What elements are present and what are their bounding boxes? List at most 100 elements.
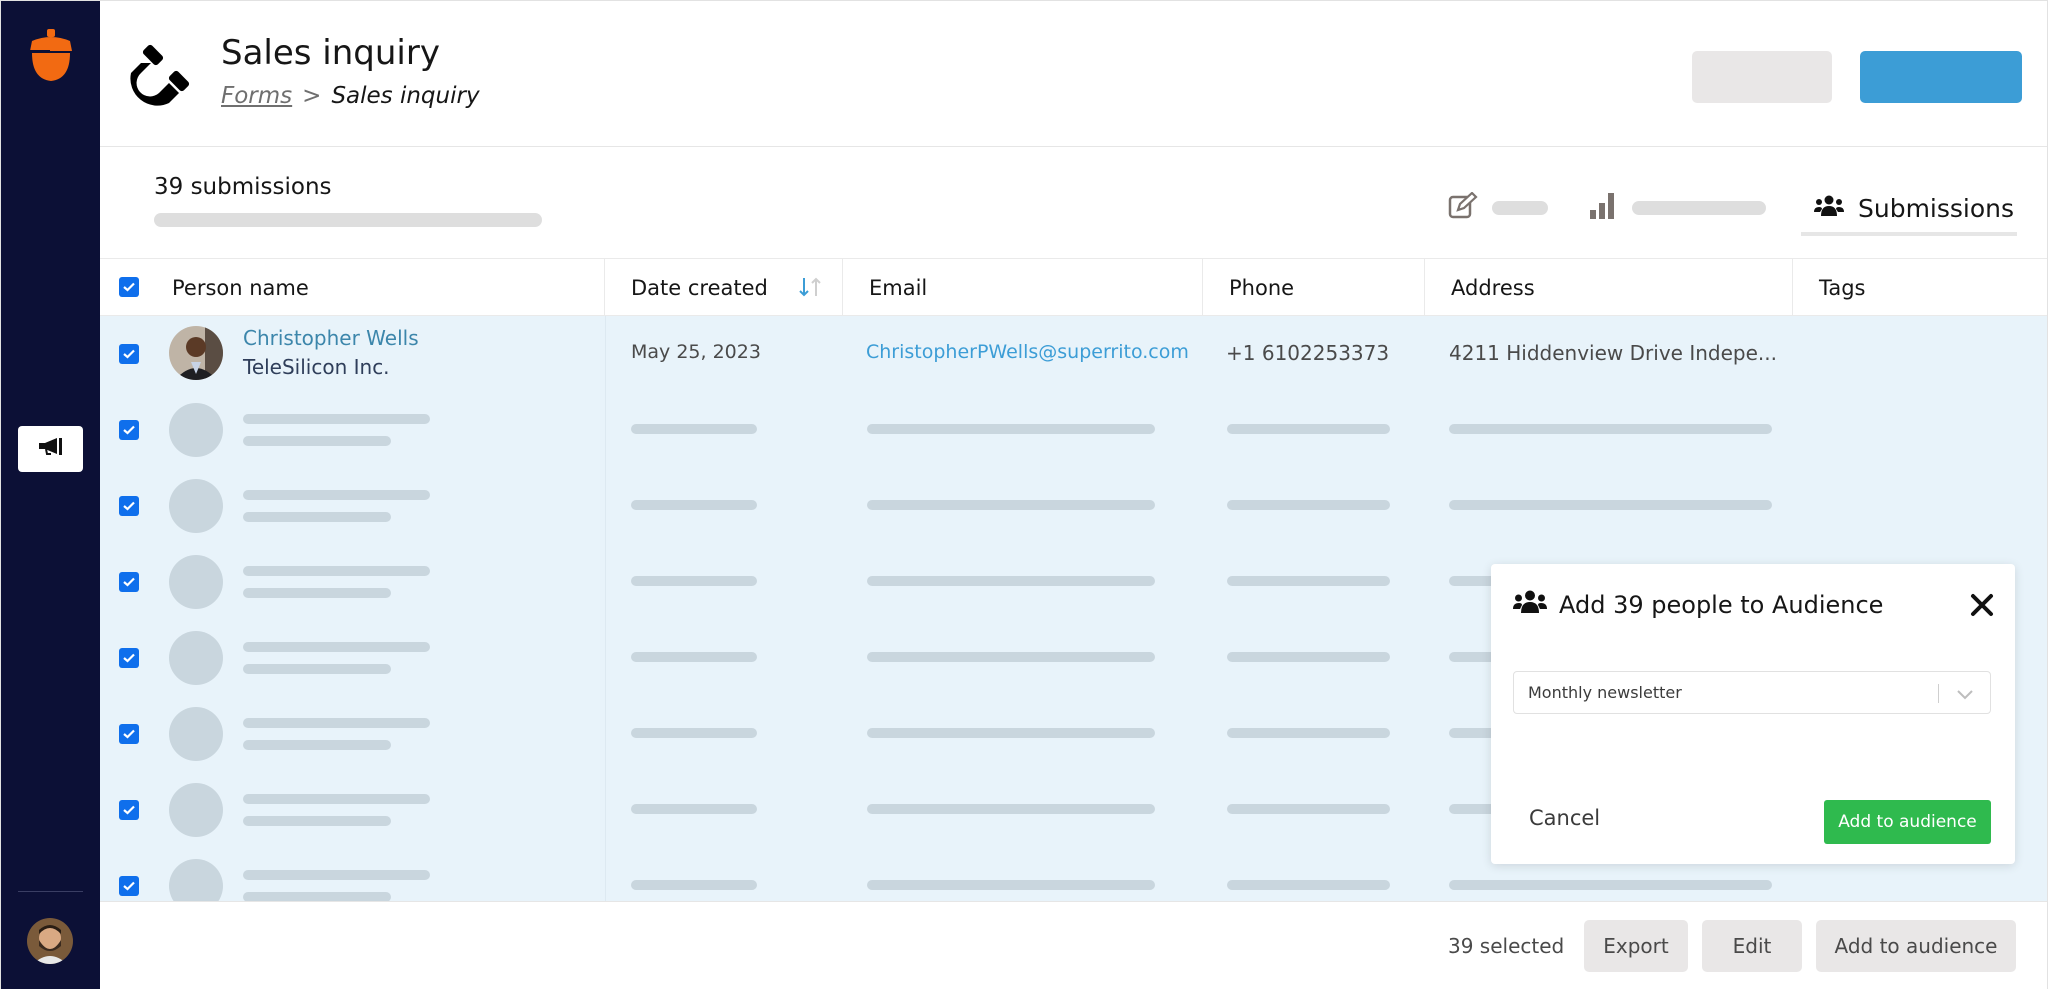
breadcrumb-separator: > [302,83,322,109]
edit-icon [1448,191,1478,224]
avatar-placeholder [169,783,223,837]
user-avatar[interactable] [27,918,73,964]
phone-placeholder [1227,500,1390,510]
email-placeholder [867,880,1155,890]
column-header-person-name[interactable]: Person name [100,259,605,316]
bar-chart-icon [1590,192,1618,224]
chevron-down-icon[interactable] [1956,685,1974,703]
submissions-summary: 39 submissions Submissions [100,148,2047,258]
email-placeholder [867,424,1155,434]
date-created: May 25, 2023 [631,341,761,363]
date-placeholder [631,576,757,586]
add-to-audience-button[interactable]: Add to audience [1816,920,2016,972]
sort-descending-icon[interactable] [798,277,822,302]
submission-count: 39 submissions [154,174,332,200]
row-checkbox[interactable] [119,572,139,592]
name-placeholder [243,642,430,652]
audience-select[interactable]: Monthly newsletter [1513,671,1991,714]
page-title: Sales inquiry [221,33,440,73]
company-placeholder [243,892,391,901]
header-primary-button[interactable] [1860,51,2022,103]
column-label: Person name [172,275,309,300]
address-placeholder [1449,500,1772,510]
column-label: Address [1451,275,1535,300]
tab-submissions[interactable]: Submissions [1814,188,2014,228]
active-tab-indicator [1801,232,2017,236]
person-avatar [169,326,223,380]
name-placeholder [243,566,430,576]
date-placeholder [631,424,757,434]
tab-edit[interactable] [1448,188,1548,228]
column-header-phone[interactable]: Phone [1203,259,1425,316]
email-placeholder [867,652,1155,662]
magnet-icon [127,41,193,107]
bulk-action-bar: 39 selected Export Edit Add to audience [100,901,2047,989]
breadcrumb: Forms > Sales inquiry [221,83,480,109]
email-placeholder [867,804,1155,814]
row-checkbox[interactable] [119,876,139,896]
company-placeholder [243,664,391,674]
confirm-add-to-audience-button[interactable]: Add to audience [1824,800,1991,844]
name-placeholder [243,718,430,728]
column-label: Email [869,275,928,300]
phone-placeholder [1227,576,1390,586]
row-checkbox[interactable] [119,420,139,440]
header-secondary-button[interactable] [1692,51,1832,103]
phone-placeholder [1227,424,1390,434]
row-checkbox[interactable] [119,800,139,820]
address-placeholder [1449,880,1772,890]
column-label: Phone [1229,275,1295,300]
column-header-address[interactable]: Address [1425,259,1793,316]
date-placeholder [631,880,757,890]
avatar-placeholder [169,479,223,533]
column-header-date-created[interactable]: Date created [605,259,843,316]
name-placeholder [243,490,430,500]
avatar-placeholder [169,555,223,609]
acorn-logo-icon[interactable] [28,29,74,83]
person-company: TeleSilicon Inc. [243,355,390,379]
page-header: Sales inquiry Forms > Sales inquiry [100,1,2047,147]
app-window: Sales inquiry Forms > Sales inquiry 39 s… [0,0,2048,989]
date-placeholder [631,728,757,738]
row-checkbox[interactable] [119,724,139,744]
sidebar-divider [18,891,83,892]
email-link[interactable]: ChristopherPWells@superrito.com [866,341,1189,363]
date-placeholder [631,804,757,814]
row-checkbox[interactable] [119,648,139,668]
name-placeholder [243,794,430,804]
row-checkbox[interactable] [119,496,139,516]
avatar-placeholder [169,631,223,685]
breadcrumb-current: Sales inquiry [331,83,480,109]
table-row-loading[interactable] [100,392,2047,468]
breadcrumb-forms-link[interactable]: Forms [221,83,292,109]
address-placeholder [1449,424,1772,434]
selected-count: 39 selected [1448,934,1565,958]
audience-select-value: Monthly newsletter [1528,683,1682,702]
cancel-button[interactable]: Cancel [1529,806,1600,830]
email-placeholder [867,728,1155,738]
person-name-link[interactable]: Christopher Wells [243,326,419,350]
table-row-loading[interactable] [100,468,2047,544]
phone-placeholder [1227,880,1390,890]
add-to-audience-dialog: Add 39 people to Audience Monthly newsle… [1491,564,2015,864]
phone-placeholder [1227,728,1390,738]
edit-button[interactable]: Edit [1702,920,1802,972]
close-icon[interactable] [1969,592,1995,618]
dialog-title: Add 39 people to Audience [1513,590,1883,620]
table-row[interactable]: Christopher Wells TeleSilicon Inc. May 2… [100,316,2047,392]
select-separator [1938,684,1939,703]
column-label: Tags [1819,275,1866,300]
name-placeholder [243,870,430,880]
loading-placeholder [154,213,542,227]
column-header-tags[interactable]: Tags [1793,259,2047,316]
phone-placeholder [1227,652,1390,662]
export-button[interactable]: Export [1584,920,1688,972]
tab-submissions-label: Submissions [1858,193,2015,223]
row-checkbox[interactable] [119,344,139,364]
sidebar-item-campaigns[interactable] [18,426,83,472]
name-placeholder [243,414,430,424]
phone-placeholder [1227,804,1390,814]
column-header-email[interactable]: Email [843,259,1203,316]
tab-statistics[interactable] [1590,188,1766,228]
dialog-title-text: Add 39 people to Audience [1559,591,1884,619]
